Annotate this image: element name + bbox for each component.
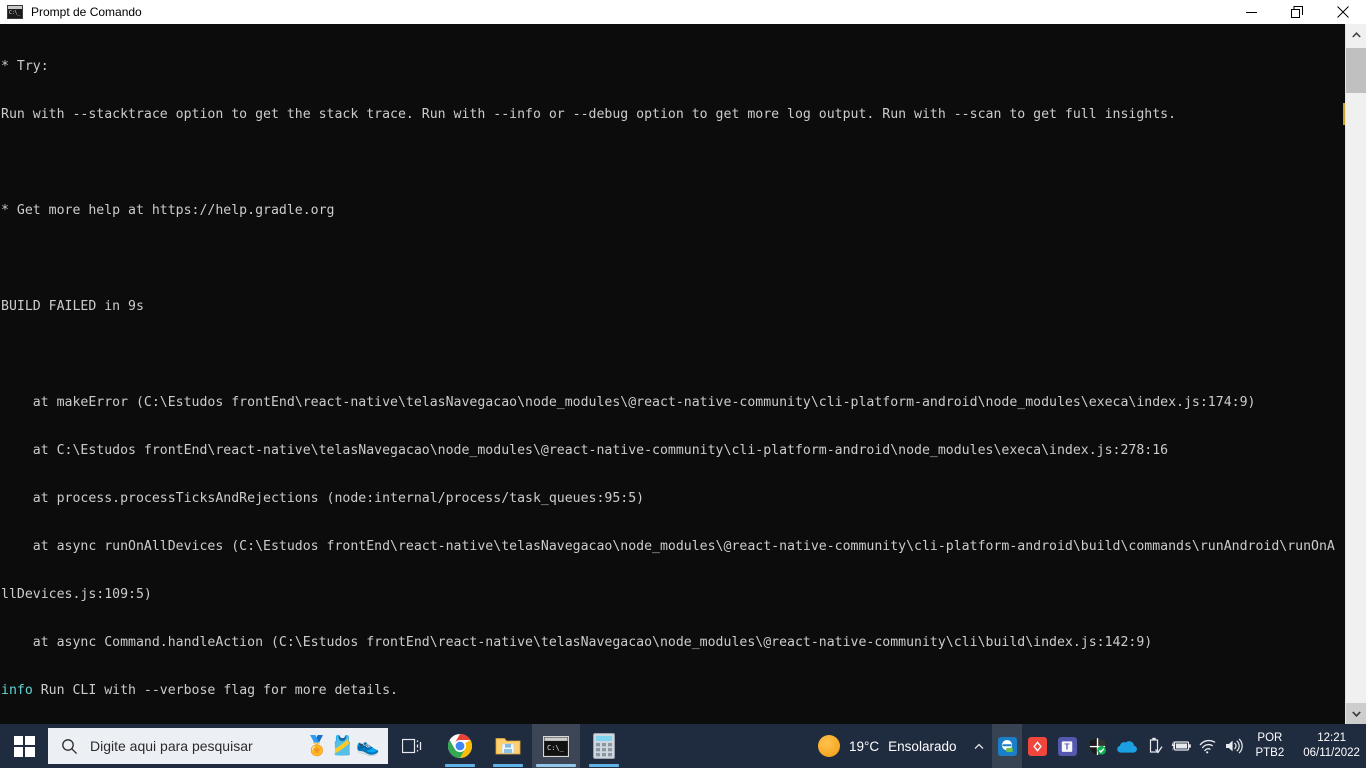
command-prompt-icon: C:\_: [7, 5, 23, 19]
calculator-icon: [593, 733, 615, 759]
window-controls: [1228, 0, 1366, 24]
medal-emoji: 🏅: [304, 735, 329, 757]
terminal-line: * Get more help at https://help.gradle.o…: [1, 203, 335, 218]
taskbar-chrome[interactable]: [436, 724, 484, 768]
sun-icon: [818, 735, 840, 757]
chevron-down-icon: [1352, 710, 1361, 717]
search-emoji-group: 🏅 🎽 👟: [305, 737, 388, 756]
race-bib-emoji: 🎽: [330, 735, 355, 757]
terminal-output-area[interactable]: * Try: Run with --stacktrace option to g…: [0, 24, 1366, 724]
maximize-button[interactable]: [1274, 0, 1320, 24]
terminal-text: * Try: Run with --stacktrace option to g…: [0, 24, 1345, 724]
usb-eject-icon: [1150, 737, 1164, 754]
scroll-up-button[interactable]: [1346, 24, 1366, 45]
tray-red-app[interactable]: [1022, 724, 1052, 768]
terminal-line: at makeError (C:\Estudos frontEnd\react-…: [1, 395, 1256, 410]
tray-onedrive[interactable]: [1112, 724, 1142, 768]
language-line2: PTB2: [1255, 747, 1285, 759]
taskbar-file-explorer[interactable]: [484, 724, 532, 768]
language-line1: POR: [1257, 732, 1283, 744]
task-view-icon: [401, 738, 421, 754]
search-icon: [48, 738, 90, 755]
close-button[interactable]: [1320, 0, 1366, 24]
clock-time: 12:21: [1317, 732, 1346, 744]
info-tag: info: [1, 683, 33, 698]
volume-icon: [1225, 738, 1243, 754]
terminal-line: * Try:: [1, 59, 49, 74]
windows-taskbar: Digite aqui para pesquisar 🏅 🎽 👟 C:\_ 19…: [0, 724, 1366, 768]
vertical-scrollbar[interactable]: [1345, 24, 1366, 724]
search-placeholder: Digite aqui para pesquisar: [90, 738, 253, 754]
command-prompt-icon: C:\_: [543, 735, 569, 757]
weather-temperature: 19°C: [849, 738, 880, 754]
chevron-up-icon: [1352, 31, 1361, 38]
tray-usb-eject[interactable]: [1142, 724, 1168, 768]
microsoft-teams-icon: T: [1057, 736, 1077, 756]
scrollbar-thumb[interactable]: [1346, 48, 1366, 93]
start-button[interactable]: [0, 724, 48, 768]
terminal-line: at process.processTicksAndRejections (no…: [1, 491, 645, 506]
google-chrome-icon: [447, 734, 473, 758]
window-titlebar[interactable]: C:\_ Prompt de Comando: [0, 0, 1366, 24]
command-prompt-window: C:\_ Prompt de Comando * Try: Run with -…: [0, 0, 1366, 724]
weather-description: Ensolarado: [888, 738, 957, 754]
minimize-icon: [1245, 11, 1257, 13]
clock[interactable]: 12:21 06/11/2022: [1293, 724, 1366, 768]
terminal-line: at async Command.handleAction (C:\Estudo…: [1, 635, 1153, 650]
windows-security-icon: [1089, 737, 1106, 755]
terminal-line: at C:\Estudos frontEnd\react-native\tela…: [1, 443, 1169, 458]
onedrive-icon: [1117, 740, 1138, 753]
taskbar-command-prompt[interactable]: C:\_: [532, 724, 580, 768]
language-indicator[interactable]: POR PTB2: [1246, 724, 1293, 768]
battery-icon: [1171, 740, 1191, 751]
terminal-info-line: info Run CLI with --verbose flag for mor…: [1, 683, 1345, 699]
info-message: Run CLI with --verbose flag for more det…: [32, 683, 398, 698]
tray-whatsapp[interactable]: [992, 724, 1023, 768]
tray-windows-security[interactable]: [1082, 724, 1112, 768]
file-explorer-icon: [495, 738, 521, 755]
titlebar-left-group: C:\_ Prompt de Comando: [0, 5, 1228, 19]
windows-start-icon: [13, 735, 35, 757]
task-view-button[interactable]: [388, 724, 436, 768]
restore-icon: [1291, 6, 1303, 18]
weather-widget[interactable]: 19°C Ensolarado: [808, 724, 966, 768]
window-title: Prompt de Comando: [31, 5, 142, 19]
whatsapp-icon: [997, 736, 1017, 756]
search-input[interactable]: Digite aqui para pesquisar 🏅 🎽 👟: [48, 728, 388, 764]
tray-microsoft-teams[interactable]: T: [1052, 724, 1082, 768]
tray-wifi[interactable]: [1194, 724, 1220, 768]
scroll-down-button[interactable]: [1346, 703, 1366, 724]
running-shoe-emoji: 👟: [356, 735, 380, 757]
minimize-button[interactable]: [1228, 0, 1274, 24]
tray-volume[interactable]: [1220, 724, 1246, 768]
svg-text:C:\_: C:\_: [547, 744, 565, 752]
close-icon: [1337, 6, 1349, 18]
wifi-icon: [1199, 739, 1216, 753]
chevron-up-icon: [975, 743, 984, 749]
terminal-line: llDevices.js:109:5): [1, 587, 152, 602]
terminal-line: at async runOnAllDevices (C:\Estudos fro…: [1, 539, 1335, 554]
red-app-icon: [1027, 736, 1047, 756]
taskbar-calculator[interactable]: [580, 724, 628, 768]
tray-battery[interactable]: [1168, 724, 1194, 768]
tray-overflow-button[interactable]: [966, 724, 992, 768]
system-tray: T POR PTB2 12:21 06/11/2022: [966, 724, 1366, 768]
svg-text:T: T: [1064, 741, 1070, 751]
terminal-line: Run with --stacktrace option to get the …: [1, 107, 1177, 122]
clock-date: 06/11/2022: [1303, 747, 1360, 759]
terminal-line: BUILD FAILED in 9s: [1, 299, 144, 314]
